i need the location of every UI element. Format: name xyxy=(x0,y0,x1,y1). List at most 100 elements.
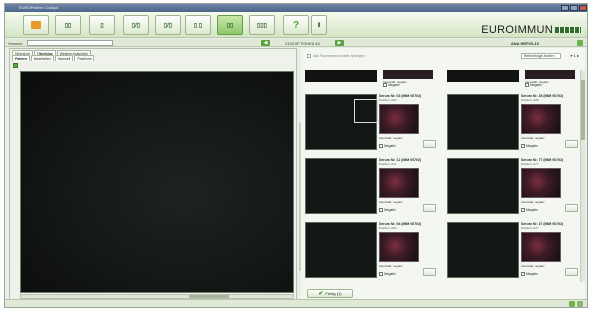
done-button[interactable]: ✔ Fertig (1) xyxy=(307,289,353,298)
edit-button[interactable] xyxy=(565,140,578,148)
thumbnail-image[interactable] xyxy=(305,70,377,82)
sample-tile[interactable]: Serum Nr. 03 (IMM 00702) Position: A03 I… xyxy=(301,92,439,152)
tab-pattern[interactable]: Pattern xyxy=(12,55,31,61)
result-text: Intensität: negativ xyxy=(379,136,403,140)
negative-checkbox[interactable]: Negativ xyxy=(379,144,396,149)
microscope-image[interactable] xyxy=(521,104,561,134)
sample-position: Position: A03 xyxy=(379,98,397,102)
main-toolbar: ▯▯ ▯ ▯/▯ ▯/▯ ▯ ▯ ▯▯ ▯▯▯ ? Ⅱ EUROIMMUN xyxy=(5,12,587,38)
project-label: Versuch xyxy=(8,41,23,46)
negative-checkbox[interactable]: Negativ xyxy=(521,208,538,213)
folder-icon xyxy=(31,21,41,29)
open-project-button[interactable] xyxy=(23,15,49,35)
show-all-checkbox[interactable] xyxy=(307,54,311,58)
thumbnail-header: Alle Fluoreszenzmuster anzeigen Reihenfo… xyxy=(301,48,585,62)
thumbnail-image[interactable] xyxy=(447,158,519,214)
microscope-image[interactable] xyxy=(379,168,419,198)
sample-tile[interactable]: Serum Nr. 37 (IMM 00702) Position: A37 I… xyxy=(443,220,581,280)
negative-checkbox[interactable]: Negativ xyxy=(525,83,542,88)
sample-position: Position: A28 xyxy=(521,98,539,102)
negative-checkbox[interactable]: Negativ xyxy=(521,144,538,149)
thumbnail-image[interactable] xyxy=(447,222,519,278)
thumbnail-strip: Intensität: negativ Negativ xyxy=(447,70,581,88)
settings-icon[interactable] xyxy=(577,40,583,46)
sample-position: Position: A37 xyxy=(521,226,539,230)
tab-positions[interactable]: Positions xyxy=(74,55,95,61)
thumbnail-image[interactable] xyxy=(447,94,519,150)
microscope-image[interactable] xyxy=(379,232,419,262)
thumbnail-image[interactable] xyxy=(305,158,377,214)
result-text: Intensität: negativ xyxy=(379,264,403,268)
view-mode-2-button[interactable]: ▯ xyxy=(89,15,115,35)
close-icon[interactable] xyxy=(579,5,587,11)
view-mode-1-button[interactable]: ▯▯ xyxy=(55,15,81,35)
subview-tabs: Pattern Bearbeiten Manuell Positions xyxy=(12,55,95,61)
view-mode-5-button[interactable]: ▯ ▯ xyxy=(185,15,211,35)
edit-button[interactable] xyxy=(423,204,436,212)
view-mode-3-button[interactable]: ▯/▯ xyxy=(123,15,149,35)
image-tool-icon[interactable] xyxy=(13,63,18,68)
negative-checkbox[interactable]: Negativ xyxy=(379,272,396,277)
view-mode-6-button[interactable]: ▯▯ xyxy=(217,15,243,35)
maximize-icon[interactable] xyxy=(570,5,578,11)
title-bar: EUROPattern Cockpit xyxy=(5,4,587,12)
next-sample-button[interactable]: ▶ xyxy=(335,40,344,46)
scroll-thumb[interactable] xyxy=(189,295,229,298)
edit-button[interactable] xyxy=(565,204,578,212)
status-icon[interactable] xyxy=(569,301,575,307)
microscope-image[interactable] xyxy=(379,104,419,134)
thumbnail-image[interactable] xyxy=(305,222,377,278)
logo-stripes xyxy=(555,27,581,34)
edit-button[interactable] xyxy=(423,140,436,148)
thumbnail-image[interactable] xyxy=(447,70,519,82)
tab-edit[interactable]: Bearbeiten xyxy=(31,55,54,61)
show-all-label: Alle Fluoreszenzmuster anzeigen xyxy=(313,54,365,58)
fluorescence-image-large[interactable] xyxy=(20,71,294,293)
result-text: Intensität: negativ xyxy=(379,200,403,204)
scroll-thumb[interactable] xyxy=(581,80,585,140)
selection-frame xyxy=(354,99,378,123)
status-bar xyxy=(5,299,587,307)
thumbnail-image[interactable] xyxy=(305,94,378,150)
view-mode-7-button[interactable]: ▯▯▯ xyxy=(249,15,275,35)
microscope-image[interactable] xyxy=(525,70,575,79)
euroimmun-logo: EUROIMMUN xyxy=(481,24,581,36)
sample-position: Position: A54 xyxy=(379,226,397,230)
sample-id: 2103 IIF FGHK5 44 xyxy=(285,41,320,46)
sample-tile[interactable]: Serum Nr. 77 (IMM 00702) Position: A77 I… xyxy=(443,156,581,216)
help-button[interactable]: ? xyxy=(283,15,309,35)
result-text: Intensität: negativ xyxy=(521,200,545,204)
result-text: Intensität: negativ xyxy=(521,136,545,140)
edit-button[interactable] xyxy=(565,268,578,276)
minimize-icon[interactable] xyxy=(561,5,569,11)
page-indicator: ▾ 1 ▸ xyxy=(570,53,579,58)
checkmark-icon: ✔ xyxy=(318,291,324,297)
thumbnail-panel: Alle Fluoreszenzmuster anzeigen Reihenfo… xyxy=(301,48,585,300)
negative-checkbox[interactable]: Negativ xyxy=(521,272,538,277)
microscope-image[interactable] xyxy=(383,70,433,79)
window-title: EUROPattern Cockpit xyxy=(19,5,58,10)
view-mode-4-button[interactable]: ▯/▯ xyxy=(155,15,181,35)
batch-label: ANA HEP20-10 xyxy=(510,41,539,46)
microscope-image[interactable] xyxy=(521,232,561,262)
vertical-scrollbar[interactable] xyxy=(580,70,585,282)
microscope-image[interactable] xyxy=(521,168,561,198)
previous-sample-button[interactable]: ◀ xyxy=(261,40,270,46)
sample-tile[interactable]: Serum Nr. 54 (IMM 00702) Position: A54 I… xyxy=(301,220,439,280)
pause-button[interactable]: Ⅱ xyxy=(311,15,327,35)
project-select[interactable] xyxy=(27,40,113,46)
edit-button[interactable] xyxy=(423,268,436,276)
sample-tile[interactable]: Serum Nr. 11 (IMM 00702) Position: A11 I… xyxy=(301,156,439,216)
sample-position: Position: A11 xyxy=(379,162,397,166)
result-text: Intensität: negativ xyxy=(521,264,545,268)
sample-position: Position: A77 xyxy=(521,162,539,166)
sort-dropdown[interactable]: Reihenfolge ändern xyxy=(521,53,561,59)
thumbnail-strip: Intensität: negativ Negativ xyxy=(305,70,443,88)
application-window: EUROPattern Cockpit ▯▯ ▯ ▯/▯ ▯/▯ ▯ ▯ ▯▯ … xyxy=(4,3,588,308)
sample-tile[interactable]: Serum Nr. 28 (IMM 00702) Position: A28 I… xyxy=(443,92,581,152)
navigation-row: Versuch ◀ 2103 IIF FGHK5 44 ▶ ANA HEP20-… xyxy=(5,39,587,47)
negative-checkbox[interactable]: Negativ xyxy=(379,208,396,213)
tab-manual[interactable]: Manuell xyxy=(55,55,74,61)
status-icon[interactable] xyxy=(577,301,583,307)
negative-checkbox[interactable]: Negativ xyxy=(383,83,400,88)
